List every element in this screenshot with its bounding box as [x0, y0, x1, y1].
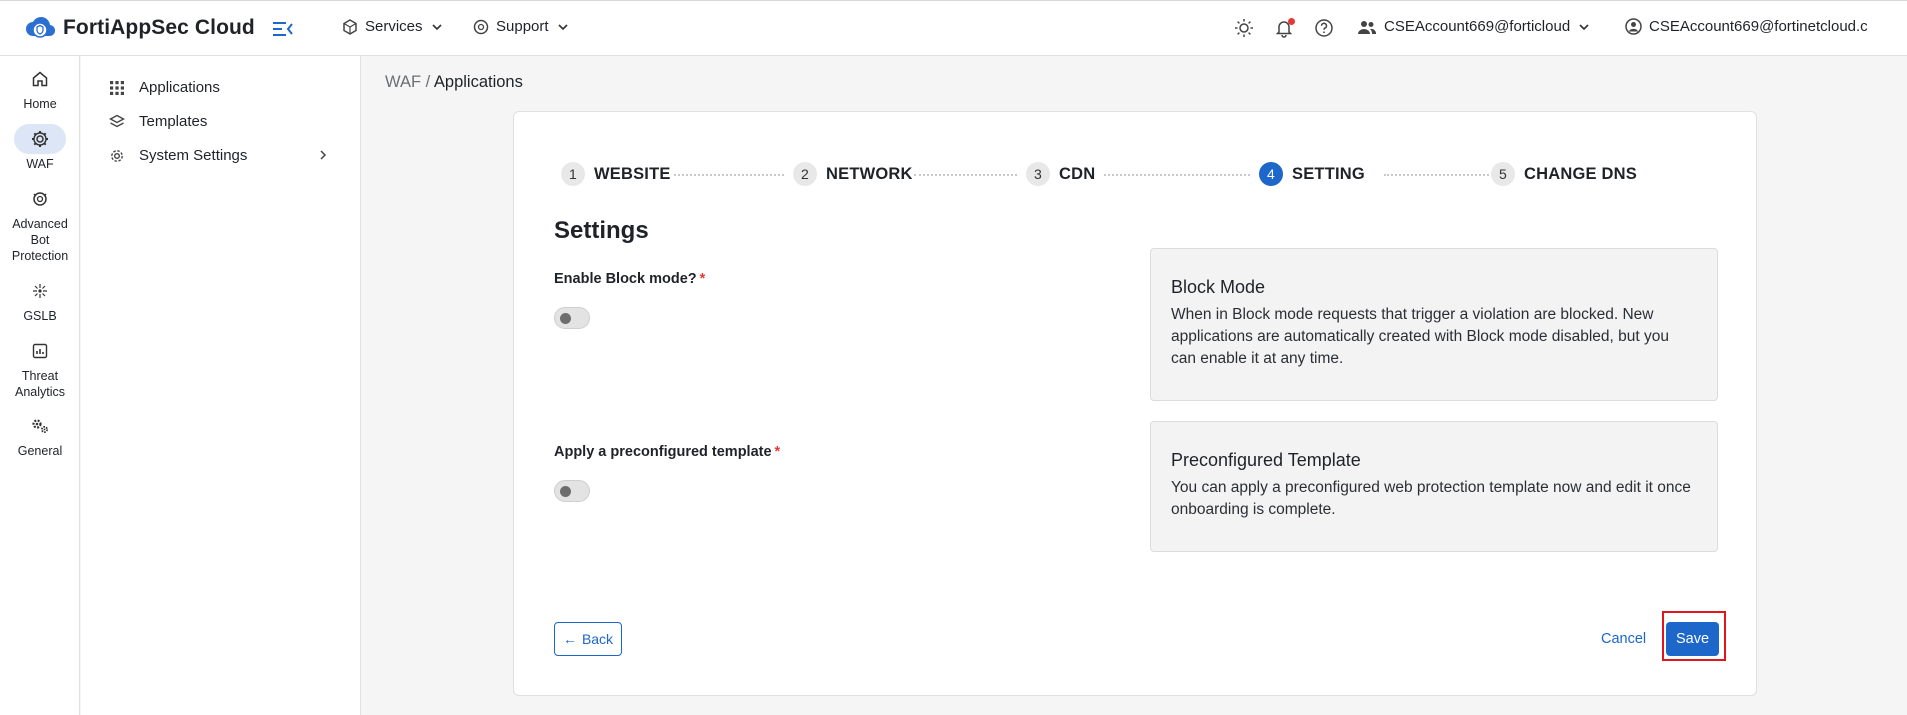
collapse-menu-icon[interactable]	[272, 19, 294, 39]
wizard-step-change-dns: 5 CHANGE DNS	[1491, 162, 1637, 186]
block-mode-info-panel: Block Mode When in Block mode requests t…	[1150, 248, 1718, 401]
sidebar-item-system-settings[interactable]: System Settings	[109, 147, 247, 164]
wizard-step-setting: 4 SETTING	[1259, 162, 1365, 186]
toggle-knob	[560, 313, 571, 324]
waf-gear-icon	[32, 131, 48, 147]
secondary-sidebar: Applications Templates System Settings	[81, 56, 361, 715]
sidebar-item-label: Templates	[139, 113, 208, 130]
back-button-label: Back	[581, 631, 614, 647]
block-mode-label: Enable Block mode? *	[554, 271, 705, 287]
support-icon	[473, 19, 489, 34]
rail-label: Advanced Bot Protection	[11, 217, 69, 263]
rail-label: WAF	[26, 157, 54, 171]
rail-item-home[interactable]: Home	[0, 64, 80, 112]
settings-title: Settings	[554, 217, 649, 244]
arrow-left-icon: ←	[562, 631, 577, 647]
step-connector	[674, 174, 784, 176]
account-label: CSEAccount669@forticloud	[1384, 18, 1571, 35]
template-info-title: Preconfigured Template	[1171, 450, 1361, 470]
wizard-step-cdn: 3 CDN	[1026, 162, 1095, 186]
step-connector	[1384, 174, 1489, 176]
general-gears-icon	[32, 419, 48, 433]
settings-gear-icon	[111, 149, 123, 162]
top-header: FortiAppSec Cloud Services Support CSEAc…	[0, 0, 1907, 56]
rail-label: General	[17, 444, 63, 458]
rail-label: Threat Analytics	[14, 369, 66, 399]
home-icon	[32, 71, 48, 87]
required-mark: *	[699, 271, 706, 287]
sidebar-item-label: Applications	[139, 79, 220, 96]
save-button[interactable]: Save	[1666, 622, 1719, 656]
wizard-card: 1 WEBSITE 2 NETWORK 3 CDN 4 SETTING 5 CH…	[513, 111, 1757, 696]
chevron-down-icon	[1579, 23, 1589, 30]
template-info-panel: Preconfigured Template You can apply a p…	[1150, 421, 1718, 552]
rail-item-waf[interactable]: WAF	[0, 124, 80, 172]
notification-badge	[1288, 18, 1295, 25]
chevron-right-icon[interactable]	[317, 149, 329, 161]
services-dropdown[interactable]: Services	[342, 18, 443, 35]
primary-nav-rail: Home WAF Advanced Bot Protection GSLB Th…	[0, 56, 80, 715]
step-label: WEBSITE	[594, 164, 671, 183]
support-label: Support	[496, 18, 549, 35]
step-connector	[914, 174, 1017, 176]
grid-apps-icon	[110, 80, 124, 95]
block-mode-toggle[interactable]	[554, 307, 590, 329]
template-info-text: You can apply a preconfigured web protec…	[1171, 479, 1691, 518]
account-dropdown[interactable]: CSEAccount669@forticloud	[1357, 18, 1590, 35]
services-label: Services	[365, 18, 423, 35]
rail-label: GSLB	[23, 309, 57, 323]
rail-item-general[interactable]: General	[0, 411, 80, 459]
chevron-down-icon	[431, 23, 442, 30]
toggle-knob	[560, 486, 571, 497]
block-mode-label-text: Enable Block mode?	[554, 271, 697, 287]
step-label: NETWORK	[826, 164, 913, 183]
breadcrumb-separator: /	[421, 73, 434, 91]
sidebar-item-applications[interactable]: Applications	[109, 79, 220, 96]
back-button[interactable]: ← Back	[554, 622, 622, 656]
step-label: CHANGE DNS	[1524, 164, 1637, 183]
step-number: 1	[561, 162, 585, 186]
cancel-button[interactable]: Cancel	[1601, 631, 1646, 647]
rail-item-threat-analytics[interactable]: Threat Analytics	[0, 336, 80, 400]
rail-label: Home	[23, 97, 57, 111]
breadcrumb-current: Applications	[433, 73, 523, 91]
services-icon	[343, 18, 357, 35]
gslb-icon	[33, 284, 47, 298]
user-avatar-icon	[1625, 18, 1642, 35]
breadcrumb: WAF / Applications	[385, 73, 523, 92]
required-mark: *	[774, 444, 781, 460]
user-dropdown[interactable]: CSEAccount669@fortinetcloud.c	[1625, 18, 1907, 35]
app-title: FortiAppSec Cloud	[63, 16, 255, 39]
analytics-chart-icon	[32, 343, 48, 359]
wizard-step-network: 2 NETWORK	[793, 162, 913, 186]
template-label: Apply a preconfigured template *	[554, 444, 780, 460]
step-number: 3	[1026, 162, 1050, 186]
fortiappsec-logo-icon	[26, 17, 56, 38]
step-number: 4	[1259, 162, 1283, 186]
users-icon	[1358, 20, 1377, 34]
rail-item-gslb[interactable]: GSLB	[0, 276, 80, 324]
rail-item-advanced-bot-protection[interactable]: Advanced Bot Protection	[0, 184, 80, 264]
wizard-step-website: 1 WEBSITE	[561, 162, 671, 186]
step-number: 2	[793, 162, 817, 186]
breadcrumb-parent[interactable]: WAF	[385, 73, 421, 91]
help-icon[interactable]	[1313, 17, 1335, 39]
app-logo[interactable]: FortiAppSec Cloud	[24, 12, 255, 44]
step-number: 5	[1491, 162, 1515, 186]
block-mode-info-title: Block Mode	[1171, 277, 1266, 297]
layers-icon	[109, 114, 125, 127]
step-label: CDN	[1059, 164, 1096, 183]
support-dropdown[interactable]: Support	[473, 18, 569, 35]
block-mode-info-text: When in Block mode requests that trigger…	[1171, 306, 1669, 367]
template-toggle[interactable]	[554, 480, 590, 502]
user-label: CSEAccount669@fortinetcloud.c	[1649, 18, 1868, 35]
sidebar-item-label: System Settings	[139, 147, 248, 164]
template-label-text: Apply a preconfigured template	[554, 444, 772, 460]
step-connector	[1104, 174, 1250, 176]
sidebar-item-templates[interactable]: Templates	[109, 113, 207, 130]
bot-icon	[33, 192, 47, 206]
theme-toggle-icon[interactable]	[1233, 17, 1255, 39]
step-label: SETTING	[1292, 164, 1365, 183]
chevron-down-icon	[557, 23, 568, 30]
